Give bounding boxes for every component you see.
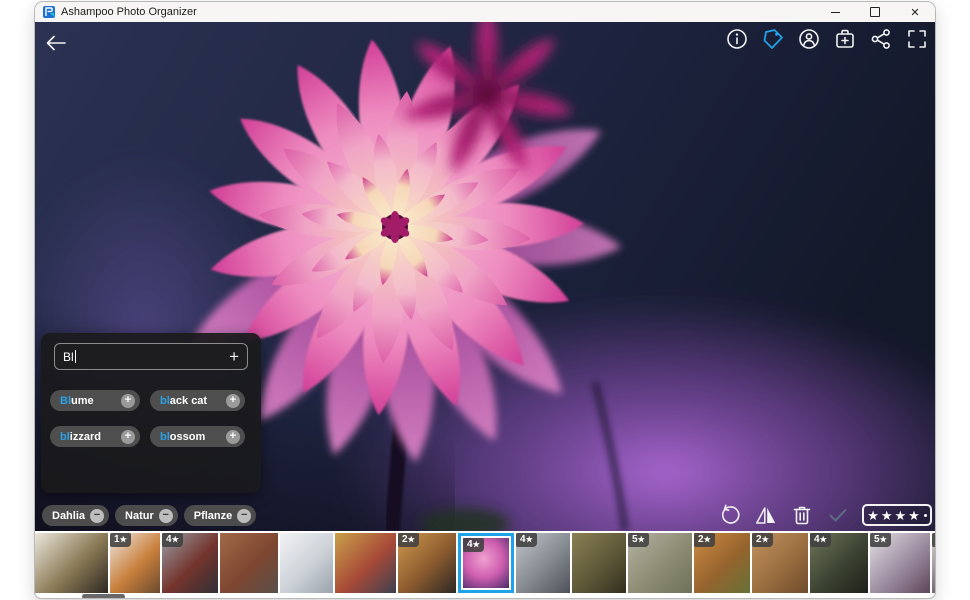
- trash-icon[interactable]: [790, 503, 814, 527]
- maximize-icon: [870, 7, 880, 17]
- window-title: Ashampoo Photo Organizer: [61, 6, 197, 18]
- assigned-tags: Dahlia−Natur−Pflanze−: [42, 505, 256, 526]
- rating-badge: 4★: [516, 533, 537, 547]
- remove-tag-icon[interactable]: −: [90, 509, 104, 523]
- tag-suggestion-blume[interactable]: Blume +: [50, 390, 140, 411]
- tag-icon[interactable]: [761, 27, 785, 51]
- rating-badge: 4★: [463, 538, 484, 552]
- filmstrip: 1★ 4★ 2★ 4★ 4★ 5★ 2★ 2★ 4★ 5★ 5★: [35, 533, 935, 593]
- thumbnail-photo: [220, 533, 278, 593]
- flip-horizontal-icon[interactable]: [754, 503, 778, 527]
- minimize-icon: [831, 12, 840, 13]
- share-icon[interactable]: [869, 27, 893, 51]
- rating-badge: 2★: [694, 533, 715, 547]
- thumbnail-brown-dog-petted[interactable]: [220, 533, 278, 593]
- app-window: Ashampoo Photo Organizer ✕: [35, 2, 935, 598]
- add-suggestion-icon[interactable]: +: [226, 430, 240, 444]
- filmstrip-wrap: 1★ 4★ 2★ 4★ 4★ 5★ 2★ 2★ 4★ 5★ 5★: [35, 531, 935, 598]
- suggestion-label: Blume: [60, 395, 94, 407]
- star-icon[interactable]: ★: [908, 509, 920, 522]
- tag-label: Pflanze: [194, 510, 233, 522]
- thumbnail-white-cat[interactable]: 4★: [516, 533, 570, 593]
- rating-badge: 5★: [870, 533, 891, 547]
- suggestion-label: blossom: [160, 431, 205, 443]
- thumbnail-pug-orange-hood[interactable]: 1★: [110, 533, 160, 593]
- screenshot-stage: Ashampoo Photo Organizer ✕: [0, 0, 970, 600]
- text-caret: [75, 350, 76, 363]
- tag-input-value: Bl: [63, 350, 74, 364]
- tag-input[interactable]: Bl +: [54, 343, 248, 370]
- filmstrip-scrollbar[interactable]: [82, 594, 125, 598]
- add-suggestion-icon[interactable]: +: [121, 430, 135, 444]
- thumbnail-fox[interactable]: 2★: [694, 533, 750, 593]
- back-button[interactable]: [43, 30, 69, 56]
- add-suggestion-icon[interactable]: +: [121, 394, 135, 408]
- person-icon[interactable]: [797, 27, 821, 51]
- album-add-icon[interactable]: [833, 27, 857, 51]
- thumbnail-cat-in-snow[interactable]: [280, 533, 333, 593]
- rating-badge: 4★: [162, 533, 183, 547]
- maximize-button[interactable]: [855, 2, 895, 22]
- thumbnail-pug-yellow-hat[interactable]: [35, 533, 108, 593]
- minimize-button[interactable]: [815, 2, 855, 22]
- suggestion-label: black cat: [160, 395, 207, 407]
- add-tag-plus-icon[interactable]: +: [229, 348, 239, 365]
- thumbnail-photo: [335, 533, 396, 593]
- close-button[interactable]: ✕: [895, 2, 935, 22]
- image-controls: ★★★★: [718, 503, 932, 527]
- close-icon: ✕: [910, 6, 919, 19]
- star-icon[interactable]: ★: [895, 509, 907, 522]
- rating-badge: 4★: [810, 533, 831, 547]
- add-suggestion-icon[interactable]: +: [226, 394, 240, 408]
- remove-tag-icon[interactable]: −: [237, 509, 251, 523]
- app-logo-icon: [43, 6, 55, 18]
- thumbnail-dog-forest[interactable]: [572, 533, 626, 593]
- thumbnail-photo: [572, 533, 626, 593]
- thumbnail-person-balloons-field[interactable]: 5★: [628, 533, 692, 593]
- rating-badge: 5★: [932, 533, 935, 547]
- tag-editor-panel: Bl + Blume + black cat + blizzard + blossom +: [41, 333, 261, 493]
- thumbnail-dahlia-flower-selected[interactable]: 4★: [458, 533, 514, 593]
- tag-suggestion-black-cat[interactable]: black cat +: [150, 390, 245, 411]
- titlebar: Ashampoo Photo Organizer ✕: [35, 2, 935, 22]
- tag-suggestions: Blume + black cat + blizzard + blossom +: [50, 390, 245, 447]
- rating-badge: 2★: [752, 533, 773, 547]
- thumbnail-black-white-dog[interactable]: 4★: [810, 533, 868, 593]
- tag-suggestion-blizzard[interactable]: blizzard +: [50, 426, 140, 447]
- thumbnail-dog-in-field[interactable]: 2★: [752, 533, 808, 593]
- thumbnail-person-dog-snow[interactable]: 5★: [870, 533, 930, 593]
- top-toolbar: [725, 27, 929, 51]
- assigned-tag-dahlia[interactable]: Dahlia−: [42, 505, 109, 526]
- assigned-tag-pflanze[interactable]: Pflanze−: [184, 505, 257, 526]
- thumbnail-black-cat-colorful[interactable]: [335, 533, 396, 593]
- rotate-left-icon[interactable]: [718, 503, 742, 527]
- info-icon[interactable]: [725, 27, 749, 51]
- rating-badge: 2★: [398, 533, 419, 547]
- check-icon[interactable]: [826, 503, 850, 527]
- tag-suggestion-blossom[interactable]: blossom +: [150, 426, 245, 447]
- suggestion-label: blizzard: [60, 431, 101, 443]
- empty-star-dot-icon[interactable]: [924, 514, 927, 517]
- star-icon[interactable]: ★: [867, 509, 879, 522]
- thumbnail-dog-skateboard[interactable]: 4★: [162, 533, 218, 593]
- tag-label: Dahlia: [52, 510, 85, 522]
- thumbnail-photo: [35, 533, 108, 593]
- window-controls: ✕: [815, 2, 935, 22]
- thumbnail-partial-edge[interactable]: 5★: [932, 533, 935, 593]
- content-area: Bl + Blume + black cat + blizzard + blossom + D…: [35, 22, 935, 598]
- rating-badge: 5★: [628, 533, 649, 547]
- remove-tag-icon[interactable]: −: [159, 509, 173, 523]
- thumbnail-photo: [280, 533, 333, 593]
- assigned-tag-natur[interactable]: Natur−: [115, 505, 178, 526]
- star-icon[interactable]: ★: [881, 509, 893, 522]
- rating-control[interactable]: ★★★★: [862, 504, 932, 526]
- rating-badge: 1★: [110, 533, 131, 547]
- tag-label: Natur: [125, 510, 154, 522]
- fullscreen-icon[interactable]: [905, 27, 929, 51]
- thumbnail-golden-retriever[interactable]: 2★: [398, 533, 456, 593]
